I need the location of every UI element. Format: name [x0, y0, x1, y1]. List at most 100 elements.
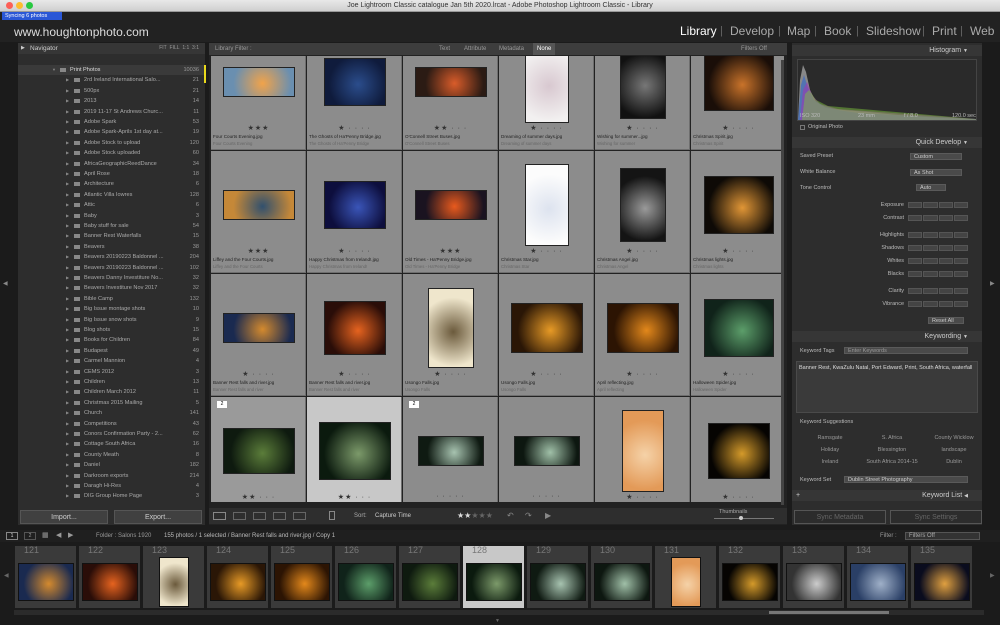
- filmstrip-cell[interactable]: 126: [335, 545, 396, 608]
- filmstrip-thumbnail[interactable]: [465, 563, 522, 601]
- photo-thumbnail[interactable]: [703, 56, 774, 111]
- right-panel-toggle-icon[interactable]: ▶: [990, 280, 995, 287]
- triangle-icon[interactable]: ▶: [66, 75, 69, 85]
- grid-cell[interactable]: ★★★ Four Courts Evening.jpg Four Courts Ev…: [211, 56, 306, 150]
- zoom-1-1[interactable]: 1:1: [182, 45, 189, 51]
- triangle-icon[interactable]: ▶: [66, 377, 69, 387]
- triangle-icon[interactable]: ▶: [66, 315, 69, 325]
- triangle-icon[interactable]: ▶: [66, 169, 69, 179]
- folder-item[interactable]: ▶ Blog shots 15: [18, 325, 205, 335]
- grid-cell[interactable]: ★★★ Liffey and the Four Courts.jpg Liffey …: [211, 151, 306, 273]
- triangle-icon[interactable]: ▶: [66, 304, 69, 314]
- triangle-icon[interactable]: ▶: [66, 294, 69, 304]
- sync-status[interactable]: Syncing 6 photos: [2, 12, 62, 20]
- folder-item[interactable]: ▼ Print Photos 10036: [18, 65, 205, 76]
- grid-cell[interactable]: ★ · · · · The Ghosts of Ha'Penny Bridge.j…: [307, 56, 402, 150]
- triangle-icon[interactable]: ▶: [66, 252, 69, 262]
- page-2-button[interactable]: 2: [24, 532, 36, 540]
- filmstrip-thumbnail[interactable]: [337, 563, 394, 601]
- star-rating[interactable]: · · · · ·: [499, 493, 594, 500]
- photo-thumbnail[interactable]: [417, 436, 484, 466]
- star-rating[interactable]: ★ · · · ·: [691, 124, 784, 132]
- triangle-icon[interactable]: ▶: [66, 335, 69, 345]
- triangle-icon[interactable]: ▶: [66, 231, 69, 241]
- folder-item[interactable]: ▶ Adobe Stock uploaded 60: [18, 148, 205, 158]
- grid-cell[interactable]: ★ · · · · Banner Rest falls and river.jpg…: [307, 274, 402, 396]
- star-rating[interactable]: ★ · · · ·: [595, 370, 690, 378]
- keyword-suggestion[interactable]: Ramsgate: [800, 435, 860, 441]
- sort-value[interactable]: Capture Time: [375, 508, 411, 524]
- filmstrip-scrollbar[interactable]: [14, 610, 984, 615]
- module-library[interactable]: Library: [680, 24, 717, 38]
- filter-text[interactable]: Text: [439, 43, 450, 55]
- folder-item[interactable]: ▶ Competitions 43: [18, 419, 205, 429]
- folder-item[interactable]: ▶ Adobe Spark 53: [18, 117, 205, 127]
- rotate-left-icon[interactable]: ↶: [507, 508, 514, 524]
- slider-buttons[interactable]: [908, 215, 968, 221]
- photo-thumbnail[interactable]: [619, 168, 666, 242]
- triangle-icon[interactable]: ▶: [66, 96, 69, 106]
- photo-thumbnail[interactable]: [621, 410, 664, 492]
- module-print[interactable]: Print: [932, 24, 957, 38]
- folder-item[interactable]: ▶ Baby stuff for sale 54: [18, 221, 205, 231]
- histogram-header[interactable]: Histogram ▼: [792, 45, 982, 56]
- filter-metadata[interactable]: Metadata: [499, 43, 524, 55]
- folder-item[interactable]: ▶ Children 13: [18, 377, 205, 387]
- triangle-icon[interactable]: ▶: [66, 356, 69, 366]
- export-button[interactable]: Export...: [114, 510, 202, 524]
- grid-cell[interactable]: ★ · · · · Christmas Spirit.jpg Christmas S…: [691, 56, 784, 150]
- star-rating[interactable]: ★★ · · ·: [307, 493, 402, 501]
- grid-icon[interactable]: ▦: [42, 530, 49, 542]
- triangle-icon[interactable]: ▶: [66, 491, 69, 501]
- photo-thumbnail[interactable]: [427, 288, 474, 368]
- zoom-window-button[interactable]: [26, 2, 33, 9]
- keywording-header[interactable]: Keywording ▼: [792, 331, 982, 342]
- grid-cell[interactable]: · · · · ·running waters (...ppy 2018-10-…: [499, 397, 594, 502]
- keyword-suggestion[interactable]: Ireland: [800, 459, 860, 465]
- folder-item[interactable]: ▶ Daniel 182: [18, 460, 205, 470]
- filmstrip-cell[interactable]: 125: [271, 545, 332, 608]
- slider-buttons[interactable]: [908, 232, 968, 238]
- photo-thumbnail[interactable]: [222, 428, 295, 474]
- triangle-icon[interactable]: ▶: [66, 211, 69, 221]
- thumbnail-size-handle[interactable]: [739, 516, 743, 520]
- sync-metadata-button[interactable]: Sync Metadata: [794, 510, 886, 524]
- slider-buttons[interactable]: [908, 301, 968, 307]
- zoom-fill[interactable]: FILL: [170, 45, 180, 51]
- triangle-icon[interactable]: ▶: [66, 408, 69, 418]
- grid-cell[interactable]: ★ · · · · Halloween Spider.jpg Halloween S…: [691, 274, 784, 396]
- keyword-suggestion[interactable]: S. Africa: [862, 435, 922, 441]
- star-rating[interactable]: ★ · · · ·: [499, 370, 594, 378]
- photo-thumbnail[interactable]: [222, 67, 295, 97]
- filmstrip-thumbnail[interactable]: [209, 563, 266, 601]
- folder-item[interactable]: ▶ Beavers 38: [18, 242, 205, 252]
- grid-cell[interactable]: 2★★ · · ·Royal Hospital, Kilmainham.jpgR…: [211, 397, 306, 502]
- triangle-icon[interactable]: ▶: [66, 367, 69, 377]
- filmstrip-thumbnail[interactable]: [17, 563, 74, 601]
- folder-item[interactable]: ▶ Baby 3: [18, 211, 205, 221]
- filmstrip-thumbnail[interactable]: [913, 563, 970, 601]
- photo-thumbnail[interactable]: [703, 299, 774, 357]
- star-rating[interactable]: · · · · ·: [403, 493, 498, 500]
- photo-thumbnail[interactable]: [703, 176, 774, 234]
- auto-tone-button[interactable]: Auto: [916, 184, 946, 191]
- folder-item[interactable]: ▶ Beavers 20190223 Baldonnel ... 204: [18, 252, 205, 262]
- filmstrip-thumbnail[interactable]: [670, 557, 701, 607]
- rating-stars[interactable]: ★★★★★: [457, 508, 493, 524]
- star-rating[interactable]: ★★ · · ·: [403, 124, 498, 132]
- filter-attribute[interactable]: Attribute: [464, 43, 486, 55]
- triangle-icon[interactable]: ▶: [66, 159, 69, 169]
- triangle-icon[interactable]: ▶: [66, 221, 69, 231]
- triangle-icon[interactable]: ▶: [66, 148, 69, 158]
- folder-item[interactable]: ▶ 2rd Ireland International Salo... 21: [18, 75, 205, 85]
- sync-settings-button[interactable]: Sync Settings: [890, 510, 982, 524]
- folder-item[interactable]: ▶ Beavers Danny Investiture No... 32: [18, 273, 205, 283]
- triangle-icon[interactable]: ▶: [66, 263, 69, 273]
- folder-item[interactable]: ▶ Atlantic Villa Iowres 128: [18, 190, 205, 200]
- slider-buttons[interactable]: [908, 245, 968, 251]
- filmstrip-cell[interactable]: 123: [143, 545, 204, 608]
- grid-cell[interactable]: ★★ · · ·Beckett Bridge at Sunset.jpgBeck…: [307, 397, 402, 502]
- survey-view-icon[interactable]: [273, 512, 286, 520]
- folder-item[interactable]: ▶ Big Issue snow shots 9: [18, 315, 205, 325]
- filmstrip-thumbnail[interactable]: [593, 563, 650, 601]
